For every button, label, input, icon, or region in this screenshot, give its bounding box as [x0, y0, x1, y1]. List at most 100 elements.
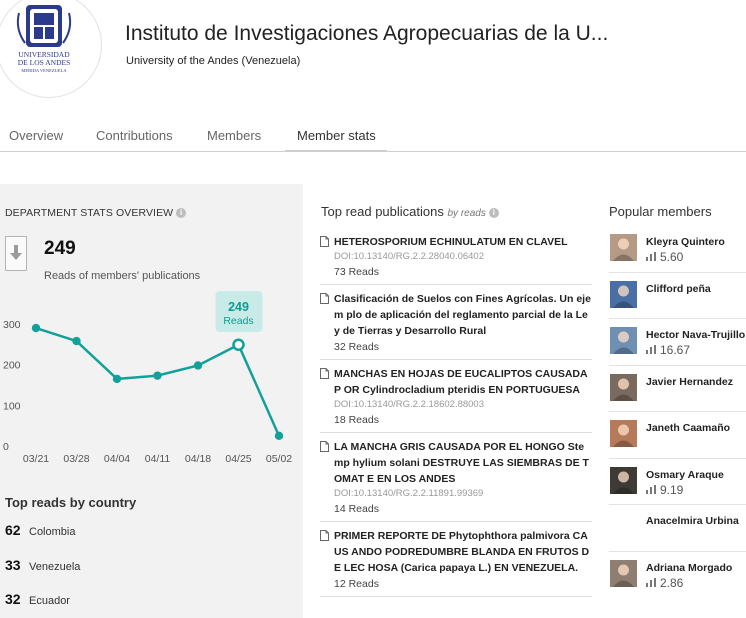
publication-reads: 12 Reads [334, 578, 379, 590]
member-name[interactable]: Janeth Caamaño [646, 422, 730, 434]
institution-name: Instituto de Investigaciones Agropecuari… [125, 22, 609, 45]
document-icon [320, 293, 329, 304]
publication-doi: DOI:10.13140/RG.2.2.11891.99369 [334, 488, 484, 499]
download-icon [5, 236, 27, 271]
member-name[interactable]: Kleyra Quintero [646, 236, 725, 248]
publication-item[interactable]: LA MANCHA GRIS CAUSADA POR EL HONGO Stem… [320, 433, 592, 522]
university-seal-icon: UNIVERSIDAD DE LOS ANDES MERIDA VENEZUEL… [16, 5, 72, 73]
avatar[interactable] [610, 559, 637, 587]
publication-doi: DOI:10.13140/RG.2.2.28040.06402 [334, 251, 485, 262]
publication-reads: 18 Reads [334, 414, 379, 426]
data-point [153, 371, 162, 380]
member-item[interactable]: Clifford peña [609, 273, 746, 319]
info-icon[interactable]: i [176, 208, 187, 219]
member-name[interactable]: Anacelmira Urbina [646, 515, 739, 527]
bar-chart-icon [646, 484, 656, 494]
member-name[interactable]: Hector Nava-Trujillo [646, 329, 745, 341]
person-icon [613, 424, 634, 447]
member-name[interactable]: Osmary Araque [646, 469, 724, 481]
tab-members[interactable]: Members [207, 128, 261, 143]
x-tick-label: 04/11 [145, 453, 171, 465]
member-score: 9.19 [646, 483, 683, 497]
tab-overview[interactable]: Overview [9, 128, 63, 143]
tab-contributions[interactable]: Contributions [96, 128, 173, 143]
member-score-value: 2.86 [660, 575, 684, 590]
popular-members-list: Kleyra Quintero 5.60 Clifford peña Hector N… [609, 226, 746, 598]
country-name: Ecuador [29, 595, 70, 607]
data-point [274, 431, 284, 441]
publication-doi: DOI:10.13140/RG.2.2.18602.88003 [334, 399, 485, 410]
member-item[interactable]: Adriana Morgado 2.86 [609, 552, 746, 599]
x-tick-label: 05/02 [266, 453, 292, 465]
country-count: 33 [5, 557, 21, 573]
tooltip-value: 249 [228, 300, 249, 314]
member-item[interactable]: Anacelmira Urbina [609, 505, 746, 552]
member-item[interactable]: Kleyra Quintero 5.60 [609, 226, 746, 273]
avatar[interactable] [610, 420, 637, 447]
avatar[interactable] [610, 327, 637, 354]
total-reads-count: 249 [44, 238, 76, 259]
logo-line-3: MERIDA VENEZUELA [21, 68, 67, 73]
member-item[interactable]: Osmary Araque 9.19 [609, 459, 746, 505]
avatar[interactable] [610, 234, 637, 261]
publication-item[interactable]: Clasificación de Suelos con Fines Agríco… [320, 285, 592, 360]
publication-item[interactable]: PRIMER REPORTE DE Phytophthora palmivora… [320, 522, 592, 597]
member-name[interactable]: Adriana Morgado [646, 562, 732, 574]
publication-reads: 32 Reads [334, 341, 379, 353]
publication-title[interactable]: MANCHAS EN HOJAS DE EUCALIPTOS CAUSADA P… [334, 360, 592, 398]
member-item[interactable]: Javier Hernandez [609, 366, 746, 412]
data-point [31, 323, 41, 333]
country-row: 32 Ecuador [5, 591, 70, 607]
publication-title[interactable]: PRIMER REPORTE DE Phytophthora palmivora… [334, 522, 592, 576]
document-icon [320, 236, 329, 247]
document-icon [320, 530, 329, 541]
university-link[interactable]: University of the Andes (Venezuela) [126, 55, 300, 67]
publication-item[interactable]: MANCHAS EN HOJAS DE EUCALIPTOS CAUSADA P… [320, 360, 592, 433]
x-tick-label: 03/21 [23, 453, 49, 465]
country-count: 62 [5, 522, 21, 538]
tab-bar: Overview Contributions Members Member st… [0, 118, 746, 152]
person-icon [613, 238, 634, 261]
publication-title[interactable]: HETEROSPORIUM ECHINULATUM EN CLAVEL [334, 228, 592, 250]
member-score-value: 16.67 [660, 343, 691, 357]
publication-title[interactable]: LA MANCHA GRIS CAUSADA POR EL HONGO Stem… [334, 433, 592, 487]
person-icon [613, 378, 634, 401]
avatar[interactable] [610, 513, 637, 540]
publication-item[interactable]: HETEROSPORIUM ECHINULATUM EN CLAVEL DOI:1… [320, 228, 592, 285]
member-score-value: 5.60 [660, 250, 684, 264]
bar-chart-icon [646, 345, 656, 354]
member-score: 2.86 [646, 576, 683, 590]
tab-member-stats[interactable]: Member stats [297, 128, 376, 143]
country-row: 62 Colombia [5, 522, 75, 538]
top-read-publications-title: Top read publications by reads i [321, 204, 499, 219]
country-name: Colombia [29, 526, 76, 538]
x-tick-label: 04/04 [104, 453, 130, 465]
avatar[interactable] [610, 373, 637, 401]
active-tab-indicator [285, 150, 387, 152]
document-icon [320, 441, 329, 452]
x-tick-label: 03/28 [63, 453, 89, 465]
country-count: 32 [5, 591, 21, 607]
member-name[interactable]: Clifford peña [646, 283, 711, 295]
country-row: 33 Venezuela [5, 557, 80, 573]
avatar[interactable] [610, 466, 637, 494]
member-score: 5.60 [646, 250, 683, 264]
y-tick-label: 300 [3, 319, 21, 331]
reads-line-chart: 300 200 100 0 03/21 03/28 04/04 04/11 04/18 04/25… [3, 291, 292, 465]
publication-reads: 14 Reads [334, 503, 379, 515]
member-item[interactable]: Hector Nava-Trujillo 16.67 [609, 319, 746, 366]
y-tick-label: 200 [3, 360, 21, 372]
info-icon[interactable]: i [488, 207, 499, 218]
publication-list: HETEROSPORIUM ECHINULATUM EN CLAVEL DOI:1… [320, 228, 592, 597]
publication-title[interactable]: Clasificación de Suelos con Fines Agríco… [334, 285, 592, 339]
institution-logo[interactable]: UNIVERSIDAD DE LOS ANDES MERIDA VENEZUEL… [0, 0, 102, 98]
member-name[interactable]: Javier Hernandez [646, 376, 733, 388]
person-icon [613, 331, 634, 354]
document-icon [320, 368, 329, 379]
institution-header: UNIVERSIDAD DE LOS ANDES MERIDA VENEZUEL… [0, 0, 746, 112]
member-score: 16.67 [646, 343, 690, 357]
data-point [112, 374, 122, 384]
avatar[interactable] [610, 280, 637, 308]
member-item[interactable]: Janeth Caamaño [609, 412, 746, 459]
data-point [72, 336, 81, 346]
